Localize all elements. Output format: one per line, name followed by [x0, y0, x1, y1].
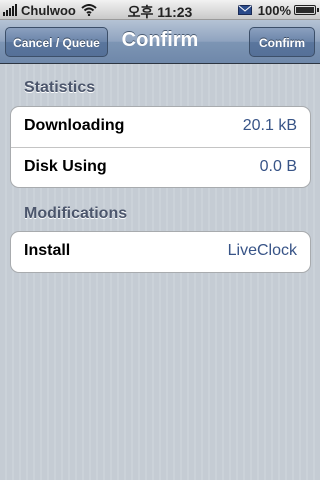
downloading-value: 20.1 kB — [242, 117, 297, 134]
cancel-queue-button[interactable]: Cancel / Queue — [5, 27, 108, 57]
navigation-bar: Confirm Cancel / Queue Confirm — [0, 20, 320, 64]
mail-icon — [237, 5, 252, 15]
status-bar: Chulwoo 오후 11:23 100% — [0, 0, 320, 20]
section-header-statistics: Statistics — [24, 79, 96, 96]
disk-using-value: 0.0 B — [259, 158, 297, 175]
disk-using-row: Disk Using 0.0 B — [11, 147, 310, 187]
confirm-button[interactable]: Confirm — [249, 27, 315, 57]
battery-charging-icon — [294, 5, 319, 15]
downloading-row: Downloading 20.1 kB — [11, 107, 310, 147]
install-row[interactable]: Install LiveClock — [11, 232, 310, 272]
downloading-label: Downloading — [24, 117, 125, 134]
disk-using-label: Disk Using — [24, 158, 107, 175]
modifications-group: Install LiveClock — [10, 231, 311, 273]
install-label: Install — [24, 242, 71, 259]
status-right: 100% — [237, 2, 319, 18]
section-header-modifications: Modifications — [24, 205, 128, 222]
battery-percent: 100% — [257, 2, 291, 18]
install-value: LiveClock — [227, 242, 297, 259]
statistics-group: Downloading 20.1 kB Disk Using 0.0 B — [10, 106, 311, 188]
